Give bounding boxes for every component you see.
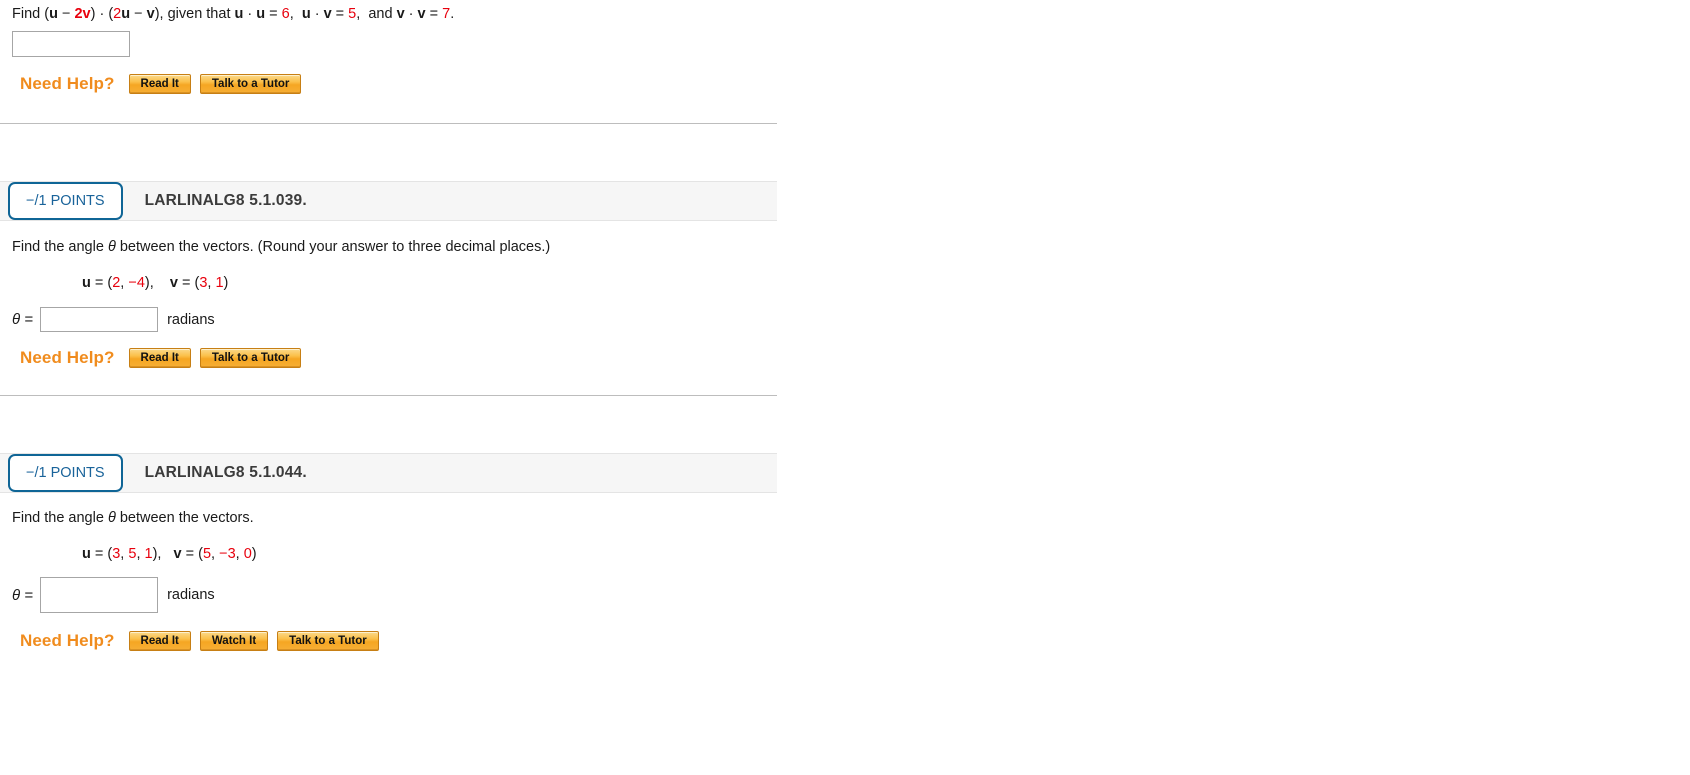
- theta-symbol: θ: [107, 510, 116, 526]
- vector-definitions-5-1-039: u = (2, −4), v = (3, 1): [82, 275, 229, 291]
- vector-v-name: v: [173, 546, 182, 562]
- vector-v-c1: −3: [219, 546, 236, 562]
- theta-symbol: θ: [107, 239, 116, 255]
- vector-u-name: u: [82, 546, 91, 562]
- read-it-button[interactable]: Read It: [128, 631, 191, 651]
- prompt-part-after: between the vectors. (Round your answer …: [115, 239, 551, 255]
- prompt-part-before: Find the angle: [12, 239, 108, 255]
- talk-to-a-tutor-button[interactable]: Talk to a Tutor: [277, 631, 379, 651]
- need-help-row-5-1-039: Need Help? Read It Talk to a Tutor: [20, 348, 777, 368]
- vector-u-c1: −4: [128, 275, 145, 291]
- question-block-5-1-044: −/1 POINTS LARLINALG8 5.1.044. Find the …: [0, 453, 777, 651]
- answer-label-5-1-039: θ =: [12, 311, 34, 328]
- need-help-label: Need Help?: [20, 348, 115, 367]
- prompt-part-after: between the vectors.: [115, 510, 254, 526]
- answer-input-5-1-044[interactable]: [40, 577, 159, 613]
- need-help-label: Need Help?: [20, 631, 115, 650]
- watch-it-button[interactable]: Watch It: [199, 631, 269, 651]
- points-badge-5-1-044: −/1 POINTS: [8, 454, 123, 492]
- answer-row-5-1-044: θ = radians: [12, 577, 777, 613]
- vector-v-c2: 0: [243, 546, 252, 562]
- prompt-part-before: Find the angle: [12, 510, 108, 526]
- points-badge-5-1-039: −/1 POINTS: [8, 182, 123, 220]
- answer-label-5-1-044: θ =: [12, 586, 34, 604]
- question-block-top: Find (u − 2v) · (2u − v), given that u ·…: [0, 0, 777, 124]
- answer-row-5-1-039: θ = radians: [12, 307, 777, 332]
- answer-input-5-1-039[interactable]: [40, 307, 159, 332]
- question-header-5-1-039: −/1 POINTS LARLINALG8 5.1.039.: [0, 181, 777, 221]
- answer-input-top[interactable]: [12, 31, 130, 57]
- answer-units-5-1-044: radians: [167, 587, 215, 603]
- vector-v-c1: 1: [215, 275, 224, 291]
- question-title-5-1-039: LARLINALG8 5.1.039.: [144, 192, 307, 209]
- need-help-row-5-1-044: Need Help? Read It Watch It Talk to a Tu…: [20, 631, 777, 651]
- vector-definitions-5-1-044: u = (3, 5, 1), v = (5, −3, 0): [82, 546, 257, 562]
- question-prompt-5-1-044: Find the angle θ between the vectors.: [12, 508, 777, 528]
- question-prompt-5-1-039: Find the angle θ between the vectors. (R…: [12, 237, 777, 257]
- question-block-5-1-039: −/1 POINTS LARLINALG8 5.1.039. Find the …: [0, 181, 777, 396]
- assignment-page: Find (u − 2v) · (2u − v), given that u ·…: [0, 0, 1690, 775]
- need-help-label: Need Help?: [20, 74, 115, 93]
- vector-v-name: v: [169, 275, 178, 291]
- need-help-row-top: Need Help? Read It Talk to a Tutor: [20, 74, 777, 94]
- read-it-button[interactable]: Read It: [128, 74, 191, 94]
- vector-u-name: u: [82, 275, 91, 291]
- question-title-5-1-044: LARLINALG8 5.1.044.: [144, 464, 307, 481]
- vector-v-c0: 5: [202, 546, 212, 562]
- vector-u-c2: 1: [144, 546, 153, 562]
- talk-to-a-tutor-button[interactable]: Talk to a Tutor: [199, 74, 302, 94]
- answer-units-5-1-039: radians: [167, 311, 215, 328]
- question-prompt-top: Find (u − 2v) · (2u − v), given that u ·…: [12, 6, 455, 22]
- question-header-5-1-044: −/1 POINTS LARLINALG8 5.1.044.: [0, 453, 777, 493]
- talk-to-a-tutor-button[interactable]: Talk to a Tutor: [199, 348, 302, 368]
- read-it-button[interactable]: Read It: [128, 348, 191, 368]
